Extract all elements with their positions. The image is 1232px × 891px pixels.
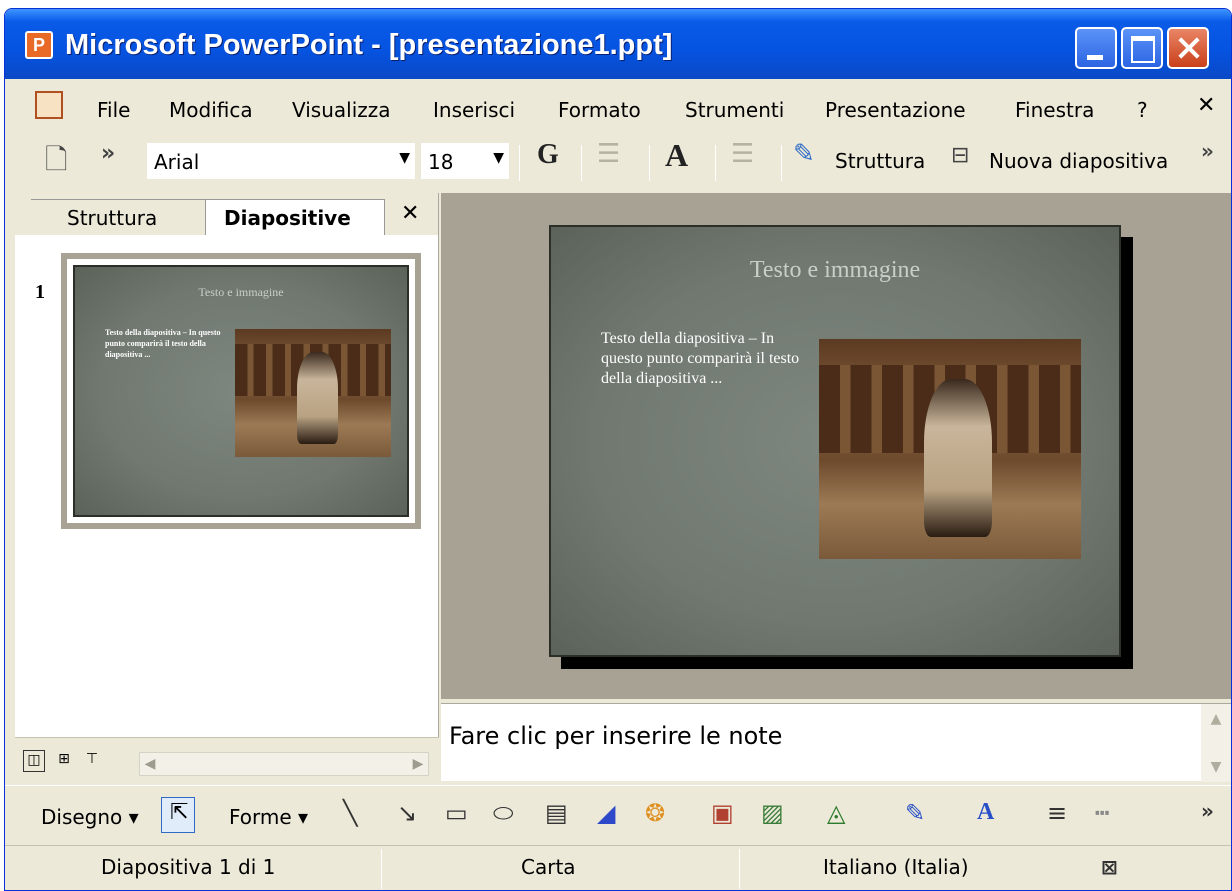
font-name-value: Arial — [154, 150, 200, 174]
scroll-up-icon[interactable]: ▲ — [1201, 704, 1231, 734]
thumbnail-photo — [235, 329, 391, 457]
font-size-select[interactable]: 18 ▼ — [421, 143, 509, 179]
status-language[interactable]: Italiano (Italia) — [823, 855, 969, 879]
toolbar-separator — [649, 145, 650, 181]
photo-figure — [923, 378, 992, 537]
slideshow-icon[interactable]: ⊤ — [81, 750, 103, 772]
toolbar-separator — [715, 145, 716, 181]
normal-view-icon[interactable]: ◫ — [23, 750, 45, 772]
current-slide[interactable]: Testo e immagine Testo della diapositiva… — [549, 225, 1121, 657]
diagram-icon[interactable]: ❂ — [645, 799, 665, 827]
tab-outline[interactable]: Struttura — [31, 199, 211, 235]
slide-title[interactable]: Testo e immagine — [551, 257, 1119, 284]
document-icon[interactable] — [35, 91, 63, 119]
notes-placeholder[interactable]: Fare clic per inserire le note — [449, 722, 782, 750]
scroll-right-icon[interactable]: ▶ — [408, 753, 428, 775]
menu-presentazione[interactable]: Presentazione — [825, 98, 966, 122]
pane-close-icon[interactable]: ✕ — [401, 201, 419, 226]
menu-finestra[interactable]: Finestra — [1015, 98, 1094, 122]
outline-button[interactable]: Struttura — [835, 149, 925, 173]
menu-formato[interactable]: Formato — [558, 98, 641, 122]
thumbnail-title: Testo e immagine — [198, 285, 284, 299]
tab-slides[interactable]: Diapositive — [205, 199, 385, 235]
menu-help[interactable]: ? — [1137, 98, 1148, 122]
toolbar-overflow-icon[interactable]: » — [1201, 799, 1214, 823]
slide-sorter-icon[interactable]: ⊞ — [53, 750, 75, 772]
maximize-button[interactable] — [1121, 27, 1163, 69]
oval-icon[interactable]: ⬭ — [493, 799, 514, 827]
notes-pane[interactable]: Fare clic per inserire le note ▲ ▼ — [441, 703, 1231, 782]
scroll-left-icon[interactable]: ◀ — [140, 753, 160, 775]
wordart-icon[interactable]: ◢ — [597, 799, 615, 827]
shapes-label: Forme — [229, 805, 292, 829]
slide-thumbnail[interactable]: Testo e immagine Testo della diapositiva… — [61, 253, 421, 529]
draw-label: Disegno — [41, 805, 123, 829]
menu-visualizza[interactable]: Visualizza — [292, 98, 391, 122]
window-title: Microsoft PowerPoint - [presentazione1.p… — [65, 29, 673, 61]
draw-menu-button[interactable]: Disegno ▾ — [41, 805, 139, 829]
powerpoint-icon[interactable]: P — [25, 31, 53, 59]
close-button[interactable] — [1167, 27, 1209, 69]
menu-strumenti[interactable]: Strumenti — [685, 98, 784, 122]
arrow-icon[interactable]: ↘ — [397, 799, 417, 827]
line-color-icon[interactable]: ✎ — [905, 799, 925, 827]
toolbar-overflow-icon[interactable]: » — [1201, 139, 1214, 163]
pointer-icon: ⇱ — [170, 800, 189, 825]
dash-style-icon[interactable]: ┅ — [1095, 799, 1109, 827]
select-objects-button[interactable]: ⇱ — [161, 797, 195, 833]
photo-figure — [297, 352, 338, 445]
line-style-icon[interactable]: ≡ — [1047, 799, 1067, 827]
thumbnail-body: Testo della diapositiva – In questo punt… — [105, 328, 221, 359]
toolbar-overflow-icon[interactable]: » — [101, 141, 115, 166]
font-size-value: 18 — [428, 150, 454, 174]
toolbar-separator — [581, 145, 582, 181]
line-icon[interactable]: ╲ — [343, 799, 357, 827]
status-slide-position: Diapositiva 1 di 1 — [101, 855, 276, 879]
title-bar[interactable]: P Microsoft PowerPoint - [presentazione1… — [5, 9, 1231, 79]
clipart-icon[interactable]: ▣ — [711, 799, 734, 827]
bullet-list-icon[interactable]: ☰ — [597, 139, 620, 169]
slide-editor: Testo e immagine Testo della diapositiva… — [441, 193, 1231, 699]
toolbar-separator — [519, 145, 520, 181]
increase-font-icon[interactable]: A — [665, 137, 688, 174]
status-divider — [739, 849, 740, 889]
fill-color-icon[interactable]: ◬ — [827, 799, 845, 827]
autoshapes-button[interactable]: Forme ▾ — [229, 805, 308, 829]
thumbnail-slide: Testo e immagine Testo della diapositiva… — [73, 265, 409, 517]
pane-tabs: Struttura Diapositive ✕ — [15, 193, 438, 235]
chevron-down-icon[interactable]: ▼ — [493, 150, 504, 166]
textbox-icon[interactable]: ▤ — [545, 799, 568, 827]
slide-number: 1 — [35, 281, 45, 303]
new-slide-button[interactable]: Nuova diapositiva — [989, 149, 1168, 173]
outline-view-icon[interactable]: ✎ — [793, 139, 815, 169]
rectangle-icon[interactable]: ▭ — [445, 799, 468, 827]
font-color-icon[interactable]: A — [977, 799, 994, 826]
menu-inserisci[interactable]: Inserisci — [433, 98, 515, 122]
view-buttons-bar: ◫ ⊞ ⊤ ◀ ▶ — [15, 737, 439, 785]
document-close-icon[interactable]: ✕ — [1197, 93, 1215, 118]
font-name-select[interactable]: Arial ▼ — [147, 143, 415, 179]
scroll-down-icon[interactable]: ▼ — [1201, 752, 1231, 782]
status-design[interactable]: Carta — [521, 855, 576, 879]
horizontal-scrollbar[interactable]: ◀ ▶ — [139, 752, 429, 776]
new-slide-icon[interactable]: ⊟ — [951, 143, 969, 168]
new-document-icon[interactable]: 🗋 — [45, 139, 68, 187]
slides-pane: Struttura Diapositive ✕ 1 Testo e immagi… — [15, 193, 439, 785]
insert-picture-icon[interactable]: ▨ — [761, 799, 784, 827]
vertical-scrollbar[interactable]: ▲ ▼ — [1201, 704, 1231, 782]
spelling-check-icon[interactable]: ⊠ — [1101, 855, 1118, 879]
slide-photo[interactable] — [819, 339, 1081, 559]
status-divider — [381, 849, 382, 889]
decrease-indent-icon[interactable]: ☰ — [731, 139, 754, 169]
minimize-button[interactable] — [1075, 27, 1117, 69]
slide-body-text[interactable]: Testo della diapositiva – In questo punt… — [601, 329, 801, 389]
bold-button[interactable]: G — [537, 139, 559, 171]
menu-file[interactable]: File — [97, 98, 130, 122]
powerpoint-window: P Microsoft PowerPoint - [presentazione1… — [4, 8, 1232, 891]
chevron-down-icon[interactable]: ▼ — [399, 150, 410, 166]
menu-modifica[interactable]: Modifica — [169, 98, 253, 122]
toolbar-separator — [781, 145, 782, 181]
